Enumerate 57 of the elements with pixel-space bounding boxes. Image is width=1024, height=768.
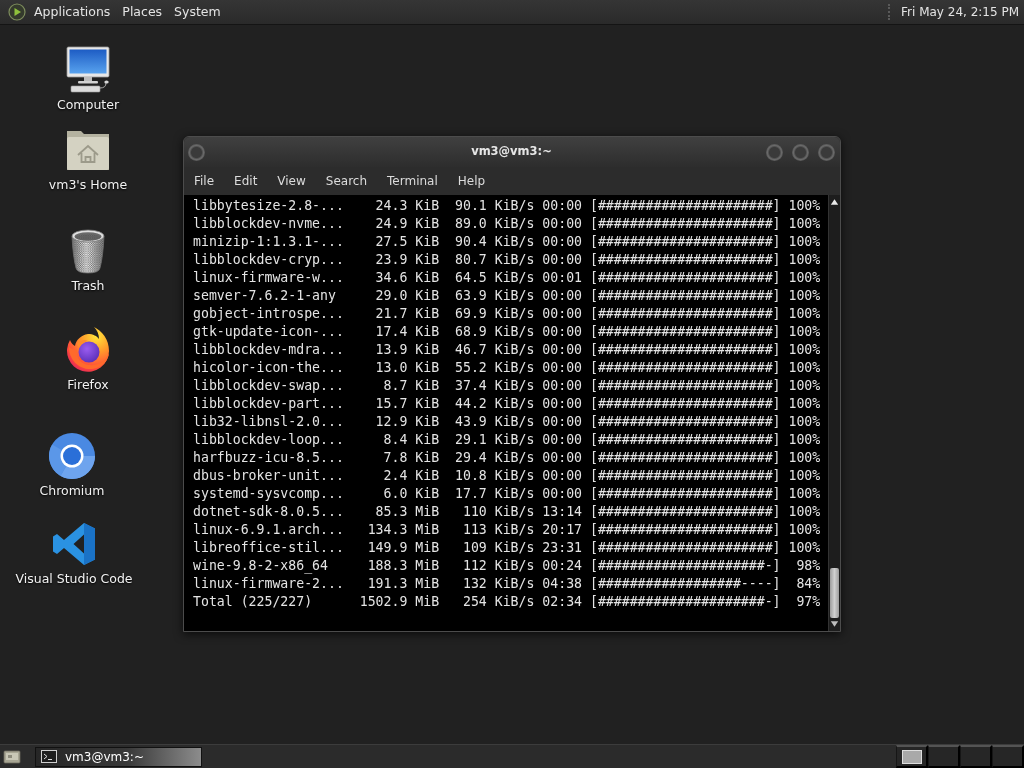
terminal-line: libbytesize-2.8-... 24.3 KiB 90.1 KiB/s 00:00 [######################] 100% (193, 197, 821, 215)
taskbar-button[interactable]: vm3@vm3:~ (35, 746, 202, 767)
window-menu-button[interactable] (188, 143, 205, 161)
menu-item[interactable]: Search (315, 170, 378, 192)
flame-globe-icon[interactable] (64, 326, 112, 374)
terminal-line: linux-6.9.1.arch... 134.3 MiB 113 KiB/s 20:17 [######################] 100% (193, 521, 821, 539)
terminal-line: harfbuzz-icu-8.5... 7.8 KiB 29.4 KiB/s 00:00 [######################] 100% (193, 449, 821, 467)
terminal-line: gobject-introspe... 21.7 KiB 69.9 KiB/s 00:00 [######################] 100% (193, 305, 821, 323)
desktop-icon-label[interactable]: Chromium (39, 483, 105, 499)
terminal-line: wine-9.8-2-x86_64 188.3 MiB 112 KiB/s 00:24 [#####################-] 98% (193, 557, 821, 575)
terminal-line: libblockdev-loop... 8.4 KiB 29.1 KiB/s 00:00 [######################] 100% (193, 431, 821, 449)
panel-menu[interactable]: Applications (28, 1, 117, 23)
scrollbar-thumb[interactable] (830, 568, 839, 618)
desktop-icon-label[interactable]: Firefox (67, 377, 109, 393)
terminal-line: gtk-update-icon-... 17.4 KiB 68.9 KiB/s 00:00 [######################] 100% (193, 323, 821, 341)
window-thumbnail-icon (901, 749, 922, 764)
workspace-button[interactable] (896, 745, 928, 768)
terminal-line: libblockdev-part... 15.7 KiB 44.2 KiB/s 00:00 [######################] 100% (193, 395, 821, 413)
terminal-line: dotnet-sdk-8.0.5... 85.3 MiB 110 KiB/s 13:14 [######################] 100% (193, 503, 821, 521)
terminal-line: systemd-sysvcomp... 6.0 KiB 17.7 KiB/s 00:00 [######################] 100% (193, 485, 821, 503)
menu-item[interactable]: View (267, 170, 316, 192)
ribbon-icon[interactable] (50, 520, 98, 568)
terminal-line: libblockdev-nvme... 24.9 KiB 89.0 KiB/s 00:00 [######################] 100% (193, 215, 821, 233)
terminal-line: linux-firmware-w... 34.6 KiB 64.5 KiB/s 00:01 [######################] 100% (193, 269, 821, 287)
terminal-line: minizip-1:1.3.1-... 27.5 KiB 90.4 KiB/s 00:00 [######################] 100% (193, 233, 821, 251)
terminal-line: libblockdev-cryp... 23.9 KiB 80.7 KiB/s 00:00 [######################] 100% (193, 251, 821, 269)
desktop-icon-label[interactable]: Trash (71, 278, 105, 294)
title-bar[interactable]: vm3@vm3:~ (184, 137, 840, 167)
menu-item[interactable]: Edit (224, 170, 268, 192)
scrollbar[interactable] (828, 195, 840, 631)
play-logo-icon[interactable] (8, 3, 26, 21)
close-button[interactable] (818, 143, 835, 161)
terminal-line: lib32-libnsl-2.0... 12.9 KiB 43.9 KiB/s 00:00 [######################] 100% (193, 413, 821, 431)
desktop-icon-label[interactable]: Visual Studio Code (15, 571, 133, 587)
terminal-line: libblockdev-swap... 8.7 KiB 37.4 KiB/s 00:00 [######################] 100% (193, 377, 821, 395)
panel-menu[interactable]: System (168, 1, 227, 23)
desktop-icon-label[interactable]: vm3's Home (48, 177, 128, 193)
terminal-icon (41, 750, 57, 763)
minimize-button[interactable] (766, 143, 783, 161)
ring-disc-icon[interactable] (48, 432, 96, 480)
maximize-button[interactable] (792, 143, 809, 161)
terminal-line: dbus-broker-unit... 2.4 KiB 10.8 KiB/s 00:00 [######################] 100% (193, 467, 821, 485)
terminal-line: Total (225/227) 1502.9 MiB 254 KiB/s 02:34 [#####################-] 97% (193, 593, 821, 611)
panel-menu[interactable]: Places (116, 1, 169, 23)
terminal-line: semver-7.6.2-1-any 29.0 KiB 63.9 KiB/s 00:00 [######################] 100% (193, 287, 821, 305)
desktop-icon-label[interactable]: Computer (56, 97, 120, 113)
menu-item[interactable]: Help (447, 170, 496, 192)
menu-item[interactable]: File (184, 170, 225, 192)
monitor-icon[interactable] (64, 46, 112, 94)
clock[interactable]: Fri May 24, 2:15 PM (898, 1, 1022, 23)
terminal-line: hicolor-icon-the... 13.0 KiB 55.2 KiB/s 00:00 [######################] 100% (193, 359, 821, 377)
terminal-line: libblockdev-mdra... 13.9 KiB 46.7 KiB/s 00:00 [######################] 100% (193, 341, 821, 359)
window-title: vm3@vm3:~ (471, 143, 552, 161)
terminal-line: libreoffice-stil... 149.9 MiB 109 KiB/s 23:31 [######################] 100% (193, 539, 821, 557)
terminal-line: linux-firmware-2... 191.3 MiB 132 KiB/s 04:38 [##################----] 84% (193, 575, 821, 593)
menu-item[interactable]: Terminal (377, 170, 448, 192)
desktop-icon[interactable] (3, 748, 21, 765)
